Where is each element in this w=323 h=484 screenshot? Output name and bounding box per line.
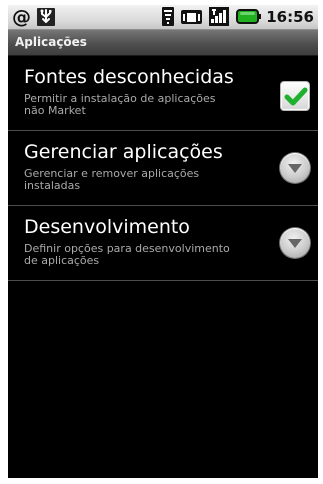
chevron-down-icon [288,164,302,173]
manage-applications-arrow-button[interactable] [280,153,310,183]
settings-list: Fontes desconhecidas Permitir a instalaç… [8,56,318,281]
setting-summary: Definir opções para desenvolvimento de a… [24,242,230,267]
android-screen: @ 16:56 Aplicações Fontes desconhecidas … [8,5,318,478]
setting-title: Fontes desconhecidas [24,66,234,88]
usb-icon [37,8,55,26]
wifi-icon [162,7,175,26]
vibrate-icon [181,10,203,24]
setting-row-unknown-sources[interactable]: Fontes desconhecidas Permitir a instalaç… [8,56,318,131]
setting-summary: Gerenciar e remover aplicações instalada… [24,167,200,192]
app-title-bar: Aplicações [8,30,318,56]
setting-row-manage-applications[interactable]: Gerenciar aplicações Gerenciar e remover… [8,131,318,206]
battery-icon [236,9,262,24]
page-title: Aplicações [15,35,87,49]
setting-summary: Permitir a instalação de aplicações não … [24,92,216,117]
at-icon: @ [12,5,31,28]
check-icon [284,87,308,106]
status-time: 16:56 [266,7,314,26]
setting-row-development[interactable]: Desenvolvimento Definir opções para dese… [8,206,318,281]
status-left-icons: @ [12,7,56,27]
setting-title: Desenvolvimento [24,216,190,238]
unknown-sources-checkbox[interactable] [280,81,310,111]
status-right-icons: 16:56 [161,6,314,27]
signal-icon [209,7,230,26]
chevron-down-icon [288,239,302,248]
development-arrow-button[interactable] [280,228,310,258]
setting-title: Gerenciar aplicações [24,141,223,163]
status-bar: @ 16:56 [8,5,318,30]
